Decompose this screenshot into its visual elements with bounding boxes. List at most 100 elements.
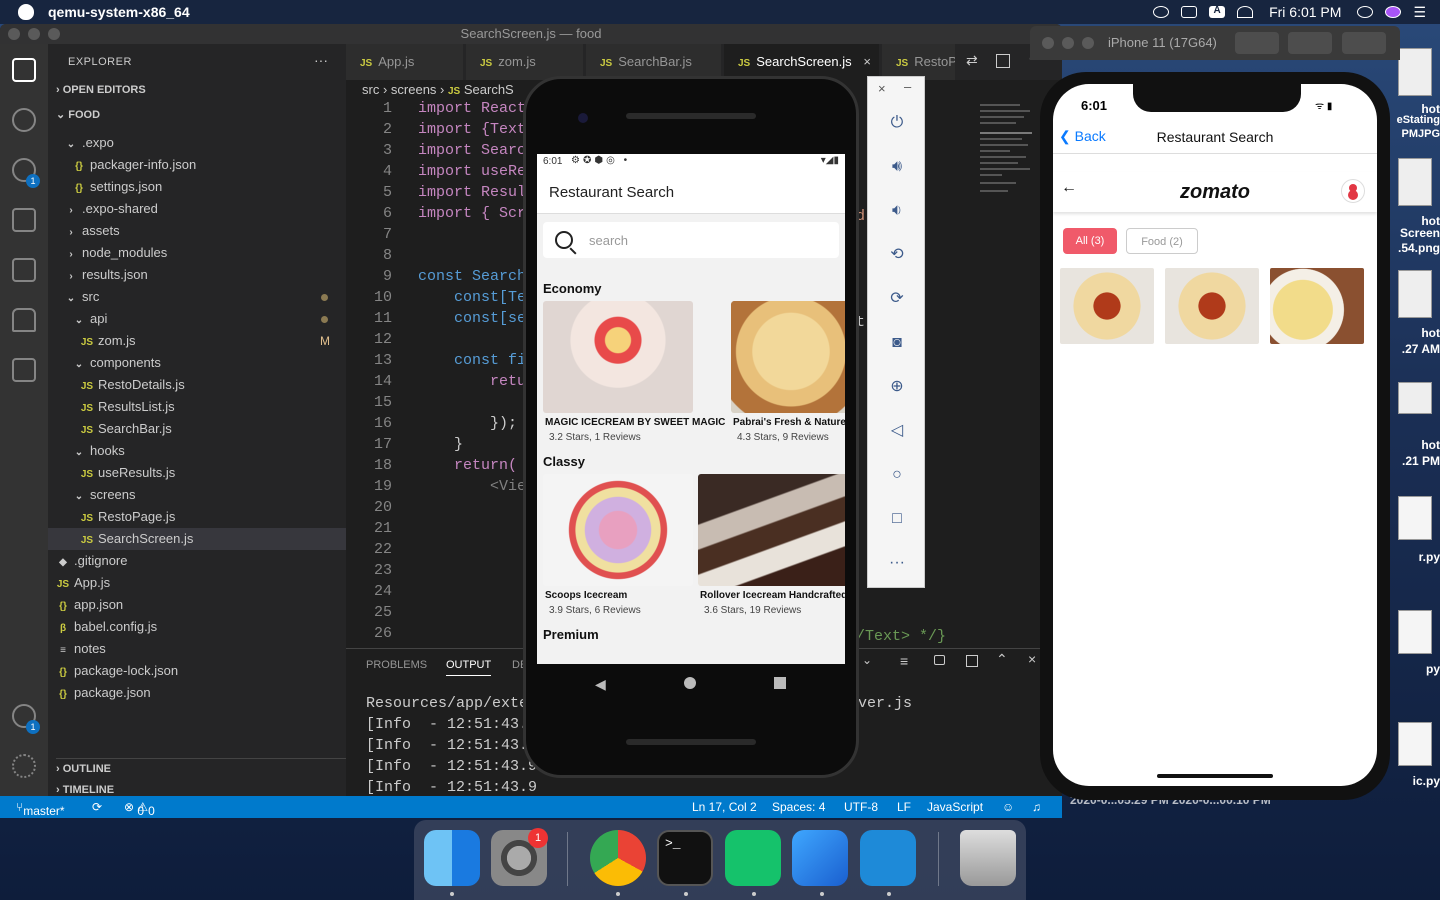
search-bar[interactable]: search [543,222,839,258]
panel-dropdown-icon[interactable]: ⌄ [862,653,872,667]
open-editors-section[interactable]: › OPEN EDITORS [56,84,146,96]
food-thumbnail[interactable] [1270,268,1364,344]
minimize-simulator-button[interactable] [1062,37,1074,49]
power-icon[interactable]: ⏻ [887,113,907,133]
siri-icon[interactable] [1385,6,1402,18]
tab-restopage-js[interactable]: JS RestoP [882,44,956,80]
tab-zom-js[interactable]: JS zom.js [466,44,584,80]
search-icon[interactable] [12,108,36,132]
timeline-section[interactable]: › TIMELINE [56,784,114,796]
chip-all[interactable]: All (3) [1063,228,1117,254]
simulator-home-icon[interactable] [1288,32,1332,54]
zoom-icon[interactable]: ⊕ [887,377,907,397]
food-thumbnail[interactable] [1165,268,1259,344]
sidebar-item[interactable]: › node_modules [48,242,346,264]
nav-home-icon[interactable] [684,677,696,689]
sidebar-item[interactable]: ≡ notes [48,638,346,660]
rotate-left-icon[interactable]: ⟲ [887,245,907,265]
sidebar-item[interactable]: JS App.js [48,572,346,594]
sidebar-item[interactable]: {} app.json [48,594,346,616]
sidebar-item[interactable]: JS useResults.js [48,462,346,484]
search-input[interactable]: search [589,233,628,248]
sidebar-item[interactable]: › results.json [48,264,346,286]
sidebar-item[interactable]: JS SearchBar.js [48,418,346,440]
menu-clock[interactable]: Fri 6:01 PM [1269,4,1341,20]
vscode-icon[interactable] [860,830,916,886]
explorer-more-button[interactable]: ··· [314,52,328,68]
sidebar-item[interactable]: β babel.config.js [48,616,346,638]
line-ending[interactable]: LF [897,800,911,814]
trash-icon[interactable] [960,830,1016,886]
close-window-button[interactable] [8,28,20,40]
spotlight-icon[interactable] [1357,6,1374,18]
control-center-icon[interactable]: ☰ [1413,4,1426,21]
close-simulator-button[interactable] [1042,37,1054,49]
minimize-emulator-icon[interactable]: – [904,79,911,94]
sidebar-item[interactable]: JS zom.js M [48,330,346,352]
sidebar-item[interactable]: ⌄ api [48,308,346,330]
language-mode[interactable]: JavaScript [927,800,983,814]
indentation[interactable]: Spaces: 4 [772,800,825,814]
settings-gear-icon[interactable] [12,754,36,778]
sidebar-item[interactable]: ⌄ components [48,352,346,374]
sidebar-item[interactable]: {} packager-info.json [48,154,346,176]
screenshot-icon[interactable]: ◙ [887,333,907,353]
sidebar-item[interactable]: ◆ .gitignore [48,550,346,572]
sidebar-item[interactable]: ⌄ src [48,286,346,308]
minimize-window-button[interactable] [28,28,40,40]
app-name[interactable]: qemu-system-x86_64 [48,4,190,20]
outline-section[interactable]: › OUTLINE [56,758,346,775]
back-icon[interactable]: ◁ [887,421,907,441]
run-debug-icon[interactable] [12,208,36,232]
terminal-icon[interactable]: >_ [657,830,713,886]
docker-icon[interactable] [12,308,36,332]
wifi-icon[interactable] [1237,6,1254,18]
split-editor-icon[interactable] [996,54,1010,68]
food-thumbnail[interactable] [1060,268,1154,344]
open-editor-icon[interactable] [966,655,978,667]
overview-icon[interactable]: □ [887,509,907,529]
close-tab-icon[interactable]: × [863,44,871,80]
extensions-icon[interactable] [12,258,36,282]
sidebar-item[interactable]: {} package-lock.json [48,660,346,682]
sidebar-item[interactable]: {} package.json [48,682,346,704]
feedback-icon[interactable]: ☺ [1002,800,1014,814]
sidebar-item[interactable]: ⌄ hooks [48,440,346,462]
breadcrumb-file[interactable]: SearchS [464,82,514,97]
profile-icon[interactable] [1341,179,1365,203]
nav-recents-icon[interactable] [774,677,786,689]
problems-count[interactable]: ⊗ 0 ⚠ 0 [124,800,155,818]
tab-searchbar-js[interactable]: JS SearchBar.js [586,44,722,80]
breadcrumb-src[interactable]: src [362,82,379,97]
notifications-icon[interactable]: ♫ [1032,800,1041,814]
apple-icon[interactable] [18,4,34,20]
cursor-position[interactable]: Ln 17, Col 2 [692,800,757,814]
finder-icon[interactable] [424,830,480,886]
xcode-simulator-icon[interactable] [792,830,848,886]
compare-changes-icon[interactable]: ⇄ [966,52,978,69]
close-emulator-icon[interactable]: × [878,81,886,96]
food-folder-section[interactable]: ⌄ FOOD [56,108,100,121]
sidebar-item[interactable]: {} settings.json [48,176,346,198]
sidebar-item[interactable]: › .expo-shared [48,198,346,220]
tab-app-js[interactable]: JS App.js [346,44,464,80]
zoom-simulator-button[interactable] [1082,37,1094,49]
sidebar-item[interactable]: JS RestoPage.js [48,506,346,528]
sidebar-item[interactable]: › assets [48,220,346,242]
home-icon[interactable]: ○ [887,465,907,485]
sidebar-item[interactable]: ⌄ screens [48,484,346,506]
tab-problems[interactable]: PROBLEMS [366,659,427,671]
close-panel-icon[interactable]: × [1028,651,1036,667]
tab-searchscreen-js[interactable]: JS SearchScreen.js × [724,44,880,80]
chip-food[interactable]: Food (2) [1126,228,1198,254]
chrome-icon[interactable] [590,830,646,886]
git-branch[interactable]: ⑂ master* [16,800,65,818]
zoom-window-button[interactable] [48,28,60,40]
input-source-icon[interactable]: A [1209,6,1226,18]
minimap[interactable] [980,100,1040,200]
nav-back-icon[interactable]: ◀ [595,676,606,693]
sidebar-item[interactable]: JS SearchScreen.js [48,528,346,550]
breadcrumb-screens[interactable]: screens [391,82,437,97]
simulator-rotate-icon[interactable] [1342,32,1386,54]
battery-icon[interactable] [1181,6,1198,18]
